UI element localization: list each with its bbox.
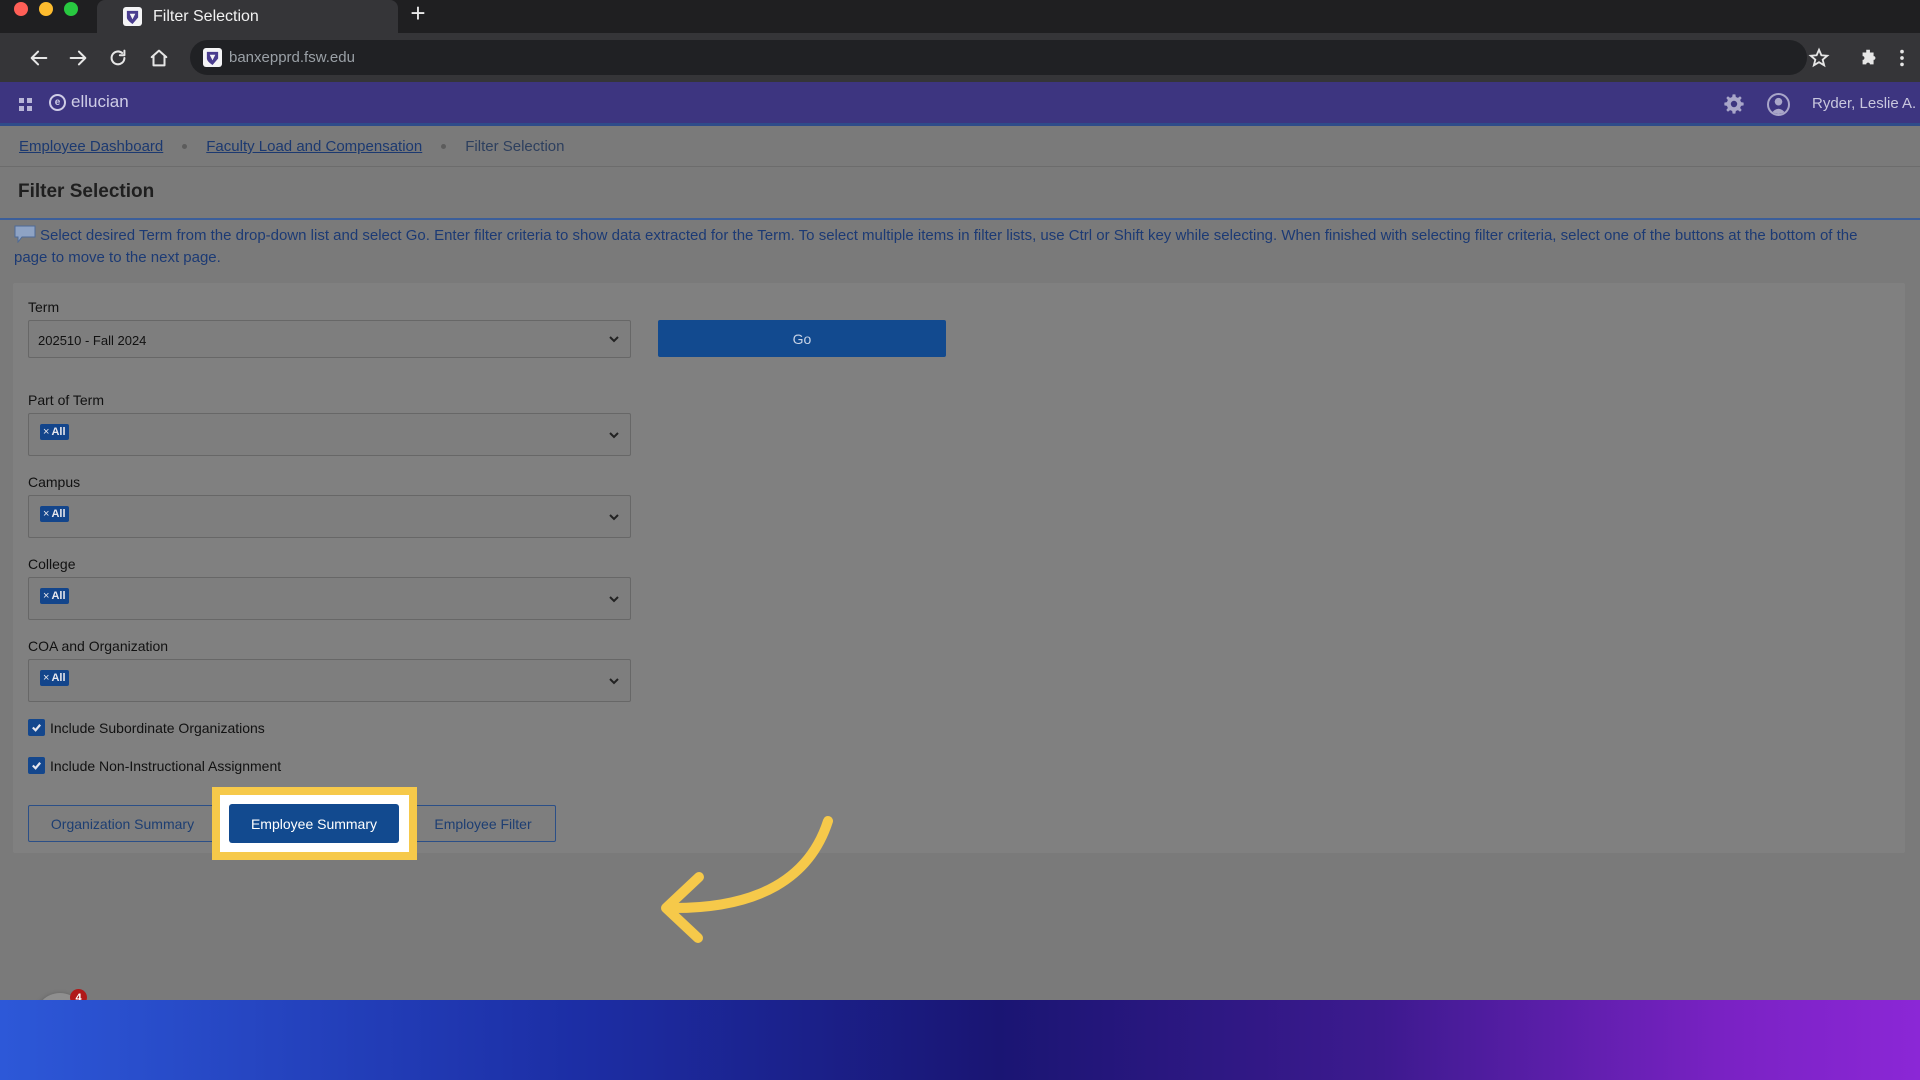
extensions-icon[interactable] xyxy=(1856,45,1882,71)
campus-select[interactable]: × All xyxy=(28,495,631,538)
selected-chip[interactable]: × All xyxy=(40,670,69,686)
title-divider xyxy=(0,218,1920,220)
coa-org-label: COA and Organization xyxy=(28,638,169,654)
chip-label: All xyxy=(51,590,66,602)
selected-chip[interactable]: × All xyxy=(40,506,69,522)
brand-name: ellucian xyxy=(71,92,129,111)
ellucian-logo[interactable]: e ellucian xyxy=(49,92,129,112)
include-non-instructional-label: Include Non-Instructional Assignment xyxy=(50,757,282,774)
page-content: e ellucian Ryder, Leslie A. Employee Das… xyxy=(0,82,1920,1043)
chevron-down-icon xyxy=(608,674,620,686)
chip-remove-icon[interactable]: × xyxy=(43,672,49,684)
chip-label: All xyxy=(51,508,66,520)
coa-org-select[interactable]: × All xyxy=(28,659,631,702)
user-name[interactable]: Ryder, Leslie A. xyxy=(1812,95,1916,112)
chevron-down-icon xyxy=(608,510,620,522)
chip-label: All xyxy=(51,426,66,438)
term-value: 202510 - Fall 2024 xyxy=(38,333,147,348)
term-label: Term xyxy=(28,299,60,315)
address-bar[interactable]: banxepprd.fsw.edu xyxy=(190,40,1807,75)
include-subordinate-checkbox-row[interactable]: Include Subordinate Organizations xyxy=(28,719,265,736)
filter-form-panel xyxy=(13,283,1905,853)
include-non-instructional-checkbox-row[interactable]: Include Non-Instructional Assignment xyxy=(28,757,281,774)
app-grid-icon[interactable] xyxy=(19,98,32,111)
minimize-window-button[interactable] xyxy=(39,2,53,16)
user-avatar-icon[interactable] xyxy=(1767,93,1790,116)
include-subordinate-label: Include Subordinate Organizations xyxy=(50,719,265,736)
college-label: College xyxy=(28,556,76,572)
instructions: Select desired Term from the drop-down l… xyxy=(14,225,1894,269)
decorative-gradient-footer xyxy=(0,1000,1920,1080)
site-favicon-icon xyxy=(123,7,142,26)
bookmark-star-icon[interactable] xyxy=(1806,45,1832,71)
pointer-arrow-icon xyxy=(661,816,833,943)
chevron-down-icon xyxy=(608,592,620,604)
chevron-down-icon xyxy=(608,428,620,440)
breadcrumb-separator xyxy=(441,144,447,149)
selected-chip[interactable]: × All xyxy=(40,588,69,604)
chip-label: All xyxy=(51,672,66,684)
ellucian-mark-icon: e xyxy=(49,93,66,111)
tab-title: Filter Selection xyxy=(153,7,259,25)
instructions-text: Select desired Term from the drop-down l… xyxy=(14,227,1858,266)
page-title: Filter Selection xyxy=(18,181,155,202)
selected-chip[interactable]: × All xyxy=(40,424,69,440)
divider xyxy=(0,166,1920,167)
chip-remove-icon[interactable]: × xyxy=(43,590,49,602)
forward-icon[interactable] xyxy=(66,46,90,70)
browser-toolbar: banxepprd.fsw.edu xyxy=(0,33,1920,82)
home-icon[interactable] xyxy=(147,46,171,70)
reload-icon[interactable] xyxy=(106,46,130,70)
part-of-term-select[interactable]: × All xyxy=(28,413,631,456)
part-of-term-label: Part of Term xyxy=(28,392,104,408)
app-header: e ellucian Ryder, Leslie A. xyxy=(0,82,1920,126)
go-button[interactable]: Go xyxy=(658,320,946,357)
term-select[interactable]: 202510 - Fall 2024 xyxy=(28,320,631,358)
maximize-window-button[interactable] xyxy=(64,2,78,16)
browser-tab[interactable]: Filter Selection xyxy=(97,0,398,33)
browser-tab-bar: Filter Selection + xyxy=(0,0,1920,33)
new-tab-button[interactable]: + xyxy=(405,0,431,27)
organization-summary-button[interactable]: Organization Summary xyxy=(28,805,217,842)
speech-bubble-icon xyxy=(14,225,36,244)
breadcrumb-employee-dashboard[interactable]: Employee Dashboard xyxy=(19,138,163,155)
include-subordinate-checkbox[interactable] xyxy=(28,719,45,736)
college-select[interactable]: × All xyxy=(28,577,631,620)
campus-label: Campus xyxy=(28,474,81,490)
chip-remove-icon[interactable]: × xyxy=(43,508,49,520)
breadcrumb-current: Filter Selection xyxy=(465,138,565,155)
url-text: banxepprd.fsw.edu xyxy=(229,49,355,66)
employee-filter-button[interactable]: Employee Filter xyxy=(410,805,556,842)
close-window-button[interactable] xyxy=(14,2,28,16)
back-icon[interactable] xyxy=(27,46,51,70)
chip-remove-icon[interactable]: × xyxy=(43,426,49,438)
site-favicon-icon xyxy=(203,48,222,67)
breadcrumb-separator xyxy=(182,144,188,149)
gear-icon[interactable] xyxy=(1723,93,1745,115)
browser-menu-icon[interactable] xyxy=(1889,45,1915,71)
chevron-down-icon xyxy=(608,332,620,344)
employee-summary-button[interactable]: Employee Summary xyxy=(229,804,399,843)
breadcrumb: Employee Dashboard Faculty Load and Comp… xyxy=(19,138,564,155)
breadcrumb-faculty-load[interactable]: Faculty Load and Compensation xyxy=(206,138,422,155)
include-non-instructional-checkbox[interactable] xyxy=(28,757,45,774)
